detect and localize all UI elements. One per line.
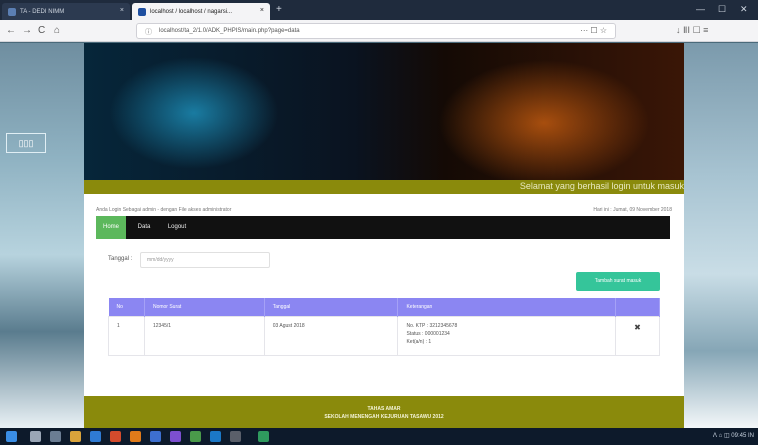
current-date: Hari ini : Jumat, 09 November 2018 (593, 207, 672, 213)
task-view-icon[interactable] (50, 431, 61, 442)
address-bar[interactable]: ⓘ localhost/ta_2/1.0/ADK_PHPIS/main.php?… (136, 23, 616, 39)
keterangan-line: No. KTP : 3212345678 (406, 322, 458, 329)
info-icon: ⓘ (145, 29, 152, 36)
system-tray[interactable]: ᐱ ⌂ ◫ 09:45 IN (713, 432, 754, 439)
url-text[interactable]: localhost/ta_2/1.0/ADK_PHPIS/main.php?pa… (159, 28, 300, 34)
keterangan-line: Ket(a/n) : 1 (406, 338, 432, 345)
footer-line-2: SEKOLAH MENENGAH KEJURUAN TASAWU 2012 (324, 414, 444, 420)
app-icon[interactable] (258, 431, 269, 442)
cell-keterangan: No. KTP : 3212345678 Status : 000001234 … (397, 315, 617, 356)
tab-close-icon[interactable]: × (260, 7, 264, 14)
browser-tab-bar: TA - DEDI NIMM × localhost / localhost /… (0, 0, 758, 20)
forward-icon[interactable]: → (22, 25, 32, 37)
app-icon[interactable] (190, 431, 201, 442)
marquee-bar: Selamat yang berhasil login untuk masuk (84, 180, 684, 194)
tab-close-icon[interactable]: × (120, 7, 124, 14)
table-row: 1 12345/1 03 Agust 2018 No. KTP : 321234… (108, 315, 660, 356)
new-tab-button[interactable]: + (276, 4, 282, 16)
login-info-text: Anda Login Sebagai admin - dengan File a… (96, 207, 232, 213)
keterangan-line: Status : 000001234 (406, 330, 450, 337)
date-filter-input[interactable]: mm/dd/yyyy (140, 252, 270, 268)
url-actions-icon[interactable]: ··· ☐ ☆ (580, 26, 607, 35)
firefox-icon[interactable] (130, 431, 141, 442)
desktop-background-right (684, 43, 758, 428)
letters-table: No Nomor Surat Tanggal Keterangan 1 1234… (108, 298, 660, 356)
edge-icon[interactable] (90, 431, 101, 442)
app-icon[interactable] (110, 431, 121, 442)
desktop-decoration-icon: ▯▯▯ (6, 133, 46, 153)
menu-logout[interactable]: Logout (160, 216, 194, 239)
main-menu: Home Data Logout (96, 216, 670, 239)
table-header-row: No Nomor Surat Tanggal Keterangan (108, 298, 660, 316)
tab-favicon-icon (8, 7, 16, 16)
page-footer: TAHAS AMAR SEKOLAH MENENGAH KEJURUAN TAS… (84, 396, 684, 428)
column-header-keterangan: Keterangan (397, 298, 617, 316)
menu-data[interactable]: Data (132, 216, 156, 239)
web-page: Selamat yang berhasil login untuk masuk … (84, 43, 684, 428)
column-header-tanggal: Tanggal (264, 298, 399, 316)
file-explorer-icon[interactable] (70, 431, 81, 442)
column-header-no: No (108, 298, 145, 316)
close-window-icon[interactable]: ✕ (740, 4, 748, 15)
tab-title: TA - DEDI NIMM (20, 8, 65, 15)
cell-no: 1 (108, 315, 145, 356)
add-letter-button[interactable]: Tambah surat masuk (576, 272, 660, 291)
app-icon[interactable] (230, 431, 241, 442)
column-header-action (615, 298, 660, 316)
date-filter-label: Tanggal : (108, 256, 133, 262)
cell-tanggal: 03 Agust 2018 (263, 315, 399, 356)
search-icon[interactable] (30, 431, 41, 442)
maximize-icon[interactable]: ☐ (718, 4, 726, 15)
cell-nomor: 12345/1 (143, 315, 265, 356)
app-icon[interactable] (210, 431, 221, 442)
footer-line-1: TAHAS AMAR (367, 406, 401, 412)
browser-tools-icon[interactable]: ↓ ⅡⅠ ☐ ≡ (676, 25, 708, 36)
start-icon[interactable] (6, 431, 17, 442)
tab-favicon-icon (138, 7, 146, 16)
login-info: Anda Login Sebagai admin - dengan File a… (96, 207, 672, 213)
delete-icon[interactable]: ✖ (615, 315, 660, 356)
menu-home[interactable]: Home (96, 216, 126, 239)
marquee-text: Selamat yang berhasil login untuk masuk (519, 181, 684, 191)
browser-tab-inactive[interactable]: TA - DEDI NIMM × (2, 3, 130, 20)
reload-icon[interactable]: C (38, 25, 45, 37)
desktop-background-left: ▯▯▯ (0, 43, 84, 428)
browser-tab-active[interactable]: localhost / localhost / nagarsi... × (132, 3, 270, 20)
column-header-nomor: Nomor Surat (144, 298, 265, 316)
back-icon[interactable]: ← (6, 25, 16, 37)
home-icon[interactable]: ⌂ (54, 25, 60, 37)
app-icon[interactable] (170, 431, 181, 442)
browser-nav-bar: ← → C ⌂ ⓘ localhost/ta_2/1.0/ADK_PHPIS/m… (0, 20, 758, 42)
os-taskbar: ᐱ ⌂ ◫ 09:45 IN (0, 428, 758, 445)
tab-title: localhost / localhost / nagarsi... (150, 8, 233, 15)
app-icon[interactable] (150, 431, 161, 442)
header-banner-image (84, 43, 684, 180)
minimize-icon[interactable]: — (696, 4, 705, 14)
